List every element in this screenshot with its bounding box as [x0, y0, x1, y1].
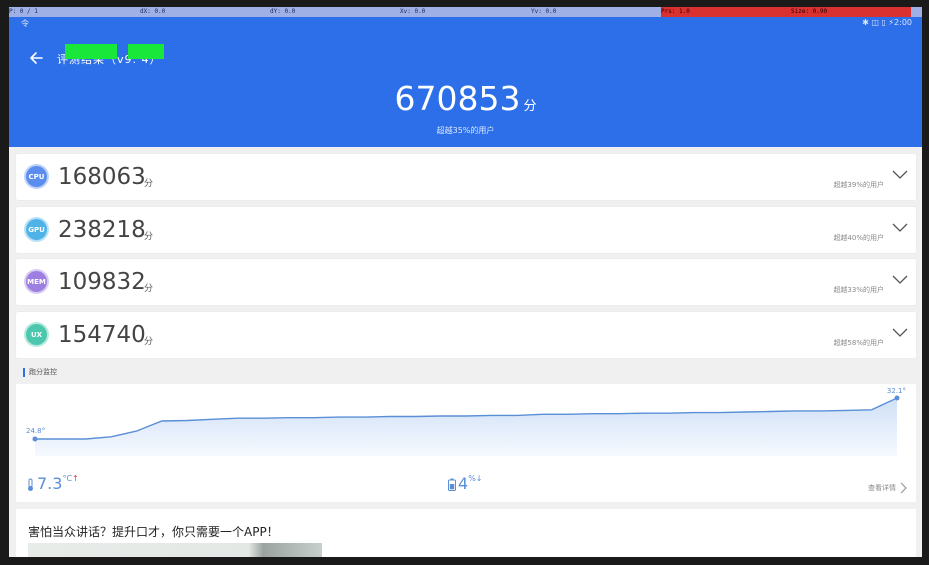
temperature-monitor-card: 24.8° 32.1° 7.3 °C ↑ 4 % ↓ 查看详情	[16, 384, 916, 502]
battery-change: 4 % ↓	[448, 474, 483, 493]
status-icons: ✱ ◫ ▯ ⚡2:00	[862, 18, 912, 27]
start-point	[32, 436, 38, 442]
end-temp-label: 32.1°	[886, 387, 906, 395]
battery-icon	[448, 478, 456, 491]
total-score-value: 670853	[394, 79, 521, 118]
cpu-badge-icon: CPU	[24, 164, 49, 189]
temperature-chart	[32, 395, 900, 456]
pointer-debug-bar: P: 0 / 1 dX: 0.0 dY: 0.0 Xv: 0.0 Yv: 0.0…	[9, 7, 922, 17]
temperature-change-value: 7.3	[37, 474, 63, 493]
gpu-score-unit: 分	[144, 232, 154, 242]
redaction-mark	[65, 44, 117, 59]
ad-card[interactable]: 害怕当众讲话？提升口才，你只需要一个APP！	[16, 509, 916, 557]
result-header: 令 ✱ ◫ ▯ ⚡2:00 评测结果（v9. 4） 670853 分 超越35%的…	[9, 17, 922, 147]
gpu-score: 238218	[58, 217, 146, 243]
debug-dy: dY: 0.0	[270, 8, 296, 15]
cpu-beat-text: 超越39%的用户	[833, 181, 884, 189]
ad-text: 害怕当众讲话？提升口才，你只需要一个APP！	[28, 525, 279, 539]
wifi-icon: 令	[21, 19, 29, 28]
app-screen: P: 0 / 1 dX: 0.0 dY: 0.0 Xv: 0.0 Yv: 0.0…	[9, 7, 922, 557]
mem-badge-icon: MEM	[24, 269, 49, 294]
battery-down-arrow-icon: ↓	[475, 474, 483, 483]
category-card-ux[interactable]: UX 154740 分 超越58%的用户	[16, 312, 916, 358]
ux-score-unit: 分	[144, 337, 154, 347]
back-arrow-icon[interactable]	[27, 49, 45, 67]
ux-beat-text: 超越58%的用户	[833, 339, 884, 347]
gpu-beat-text: 超越40%的用户	[833, 234, 884, 242]
start-temp-label: 24.8°	[26, 427, 46, 435]
category-card-mem[interactable]: MEM 109832 分 超越33%的用户	[16, 259, 916, 305]
debug-xv: Xv: 0.0	[400, 8, 426, 15]
debug-pressure: Prs: 1.0	[661, 7, 791, 17]
debug-yv: Yv: 0.0	[531, 8, 557, 15]
thermometer-icon	[28, 478, 33, 491]
ad-image[interactable]	[28, 543, 322, 557]
mem-score-unit: 分	[144, 284, 154, 294]
chevron-down-icon[interactable]	[892, 275, 908, 285]
debug-dx: dX: 0.0	[140, 8, 166, 15]
total-score-unit: 分	[523, 99, 537, 114]
section-title-text: 跑分监控	[29, 368, 57, 376]
ux-badge-icon: UX	[24, 322, 49, 347]
total-beat-text: 超越35%的用户	[436, 126, 495, 135]
section-accent-bar	[23, 367, 25, 377]
chevron-down-icon[interactable]	[892, 170, 908, 180]
ux-score: 154740	[58, 322, 146, 348]
temperature-area	[35, 398, 897, 456]
temperature-unit: °C	[62, 474, 73, 483]
gpu-badge-icon: GPU	[24, 217, 49, 242]
debug-size: Size: 0.90	[791, 7, 911, 17]
cpu-score: 168063	[58, 164, 146, 190]
battery-change-value: 4	[458, 474, 469, 493]
chevron-down-icon[interactable]	[892, 223, 908, 233]
view-details-label: 查看详情	[868, 484, 896, 492]
battery-unit: %	[468, 474, 476, 483]
cpu-score-unit: 分	[144, 179, 154, 189]
total-score: 670853 分	[9, 79, 922, 118]
temperature-change: 7.3 °C ↑	[26, 474, 79, 493]
view-details-link[interactable]: 查看详情	[868, 482, 908, 494]
category-card-gpu[interactable]: GPU 238218 分 超越40%的用户	[16, 207, 916, 253]
chevron-right-icon	[900, 482, 907, 494]
section-title: 跑分监控	[23, 367, 57, 377]
mem-beat-text: 超越33%的用户	[833, 286, 884, 294]
chevron-down-icon[interactable]	[892, 328, 908, 338]
redaction-mark	[128, 44, 164, 59]
end-point	[894, 395, 900, 401]
debug-pointer-count: P: 0 / 1	[9, 8, 38, 15]
mem-score: 109832	[58, 269, 146, 295]
temperature-up-arrow-icon: ↑	[72, 474, 79, 483]
category-card-cpu[interactable]: CPU 168063 分 超越39%的用户	[16, 154, 916, 200]
